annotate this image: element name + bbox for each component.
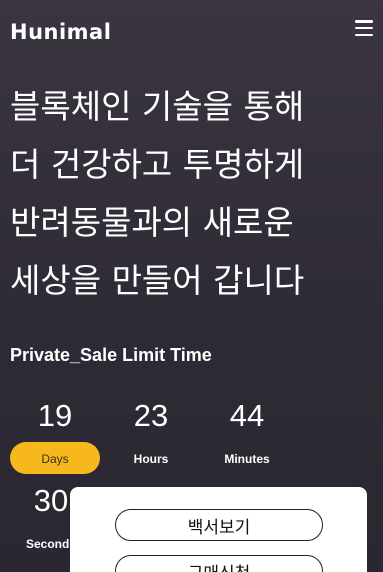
countdown-minutes-value: 44: [229, 398, 265, 433]
top-bar: Hunimal: [0, 0, 383, 60]
hero-line: 세상을 만들어 갑니다: [10, 261, 305, 300]
hero-line: 블록체인 기술을 통해: [10, 87, 305, 126]
logo[interactable]: Hunimal: [10, 20, 111, 44]
sale-title: Private_Sale Limit Time: [10, 345, 212, 365]
countdown-hours-value: 23: [133, 398, 169, 433]
countdown-minutes-label: Minutes: [224, 452, 270, 466]
hero-line: 더 건강하고 투명하게: [10, 145, 305, 184]
purchase-button[interactable]: 구매신청: [115, 555, 323, 572]
action-popup: 백서보기 구매신청: [70, 487, 367, 572]
whitepaper-button[interactable]: 백서보기: [115, 509, 323, 541]
hero-line: 반려동물과의 새로운: [10, 203, 294, 242]
hero-headline: 블록체인 기술을 통해 더 건강하고 투명하게 반려동물과의 새로운 세상을 만…: [10, 78, 380, 310]
hamburger-icon[interactable]: [355, 20, 373, 36]
countdown-days-label: Days: [41, 452, 69, 466]
countdown-hours-label: Hours: [133, 452, 169, 466]
countdown-days-value: 19: [37, 398, 73, 433]
